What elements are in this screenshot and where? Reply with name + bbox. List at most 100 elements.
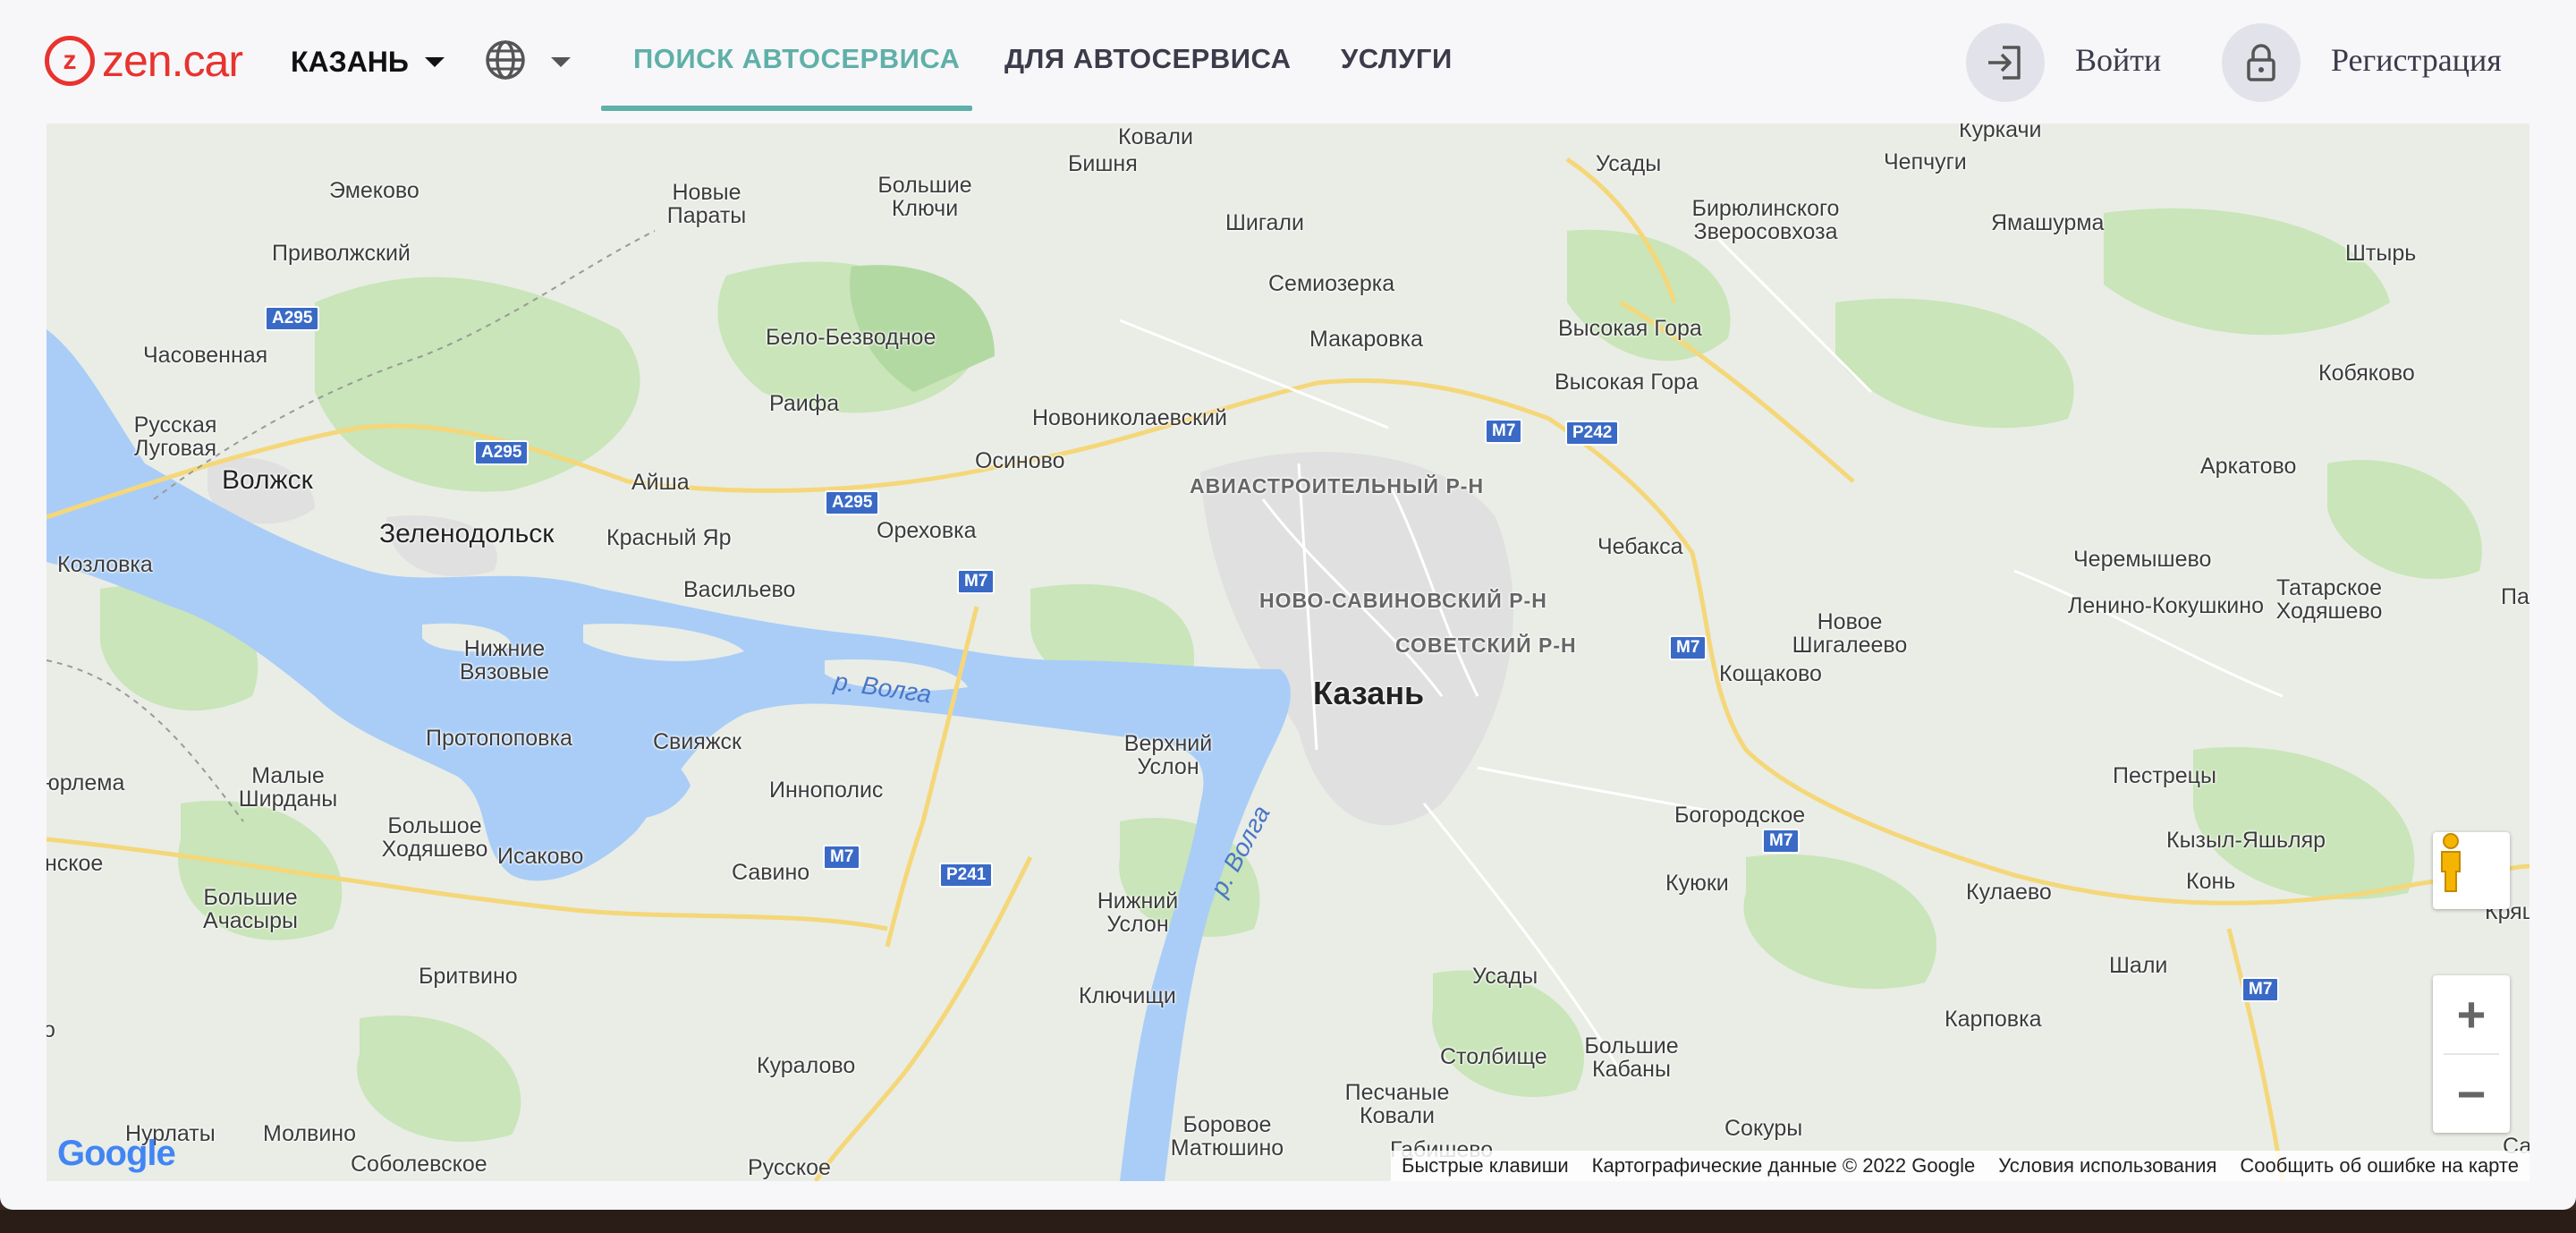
zoom-in-button[interactable]: + <box>2433 975 2510 1052</box>
road-shield: M7 <box>823 845 861 870</box>
login-label[interactable]: Войти <box>2075 41 2161 79</box>
page: z zen.car КАЗАНЬ ПОИСК АВТОСЕРВИСА ДЛЯ А… <box>0 0 2576 1210</box>
register-button[interactable] <box>2222 23 2301 102</box>
map-label: Кобяково <box>2318 361 2415 386</box>
map-label: Чепчуги <box>1884 149 1967 174</box>
nav-services[interactable]: УСЛУГИ <box>1341 43 1453 75</box>
map-label: Красный Яр <box>606 525 732 550</box>
map-label: Айша <box>631 470 690 495</box>
map-label: Малые Ширданы <box>238 763 338 812</box>
map-label: Песчаные Ковали <box>1344 1080 1450 1128</box>
map-label: Па <box>2501 584 2529 609</box>
road-shield: A295 <box>825 490 880 515</box>
map-label: Васильево <box>683 577 796 602</box>
road-shield: A295 <box>265 306 320 331</box>
map-label: Осиново <box>975 448 1065 473</box>
top-header: z zen.car КАЗАНЬ ПОИСК АВТОСЕРВИСА ДЛЯ А… <box>0 0 2576 123</box>
map-label: Высокая Гора <box>1558 316 1702 341</box>
map-label: Свияжск <box>653 729 741 754</box>
map-label: Чебакса <box>1597 534 1683 559</box>
map-label: Исаково <box>497 844 584 869</box>
map-label: Столбище <box>1440 1044 1547 1069</box>
map-data-attribution[interactable]: Картографические данные © 2022 Google <box>1592 1154 1976 1178</box>
map-label: Карповка <box>1945 1007 2042 1032</box>
chevron-down-icon <box>424 56 445 67</box>
map-label: Усады <box>1596 151 1662 176</box>
pegman-icon <box>2441 833 2461 892</box>
map-label: Усады <box>1472 964 1538 989</box>
city-selector[interactable]: КАЗАНЬ <box>291 39 445 84</box>
zoom-control: + − <box>2433 975 2510 1133</box>
map-label: Кощаково <box>1719 661 1822 686</box>
map-label: СОВЕТСКИЙ Р-Н <box>1395 634 1577 657</box>
map-label: Зеленодольск <box>379 519 555 548</box>
google-logo[interactable]: Google <box>57 1134 176 1174</box>
nav-search-service[interactable]: ПОИСК АВТОСЕРВИСА <box>633 43 960 75</box>
terms-link[interactable]: Условия использования <box>1998 1154 2216 1178</box>
logo-mark-icon: z <box>45 36 95 86</box>
map-label: Ключищи <box>1079 983 1176 1008</box>
map-label: Бишня <box>1068 151 1138 176</box>
map-label: Эмеково <box>329 178 419 203</box>
map-label: Савино <box>732 860 810 885</box>
map-label: Новониколаевский <box>1032 405 1227 430</box>
city-label: КАЗАНЬ <box>291 45 409 78</box>
map-label: АВИАСТРОИТЕЛЬНЫЙ Р-Н <box>1190 474 1485 497</box>
map-label: Куркачи <box>1959 123 2042 142</box>
map-label: Новые Параты <box>666 180 747 228</box>
keyboard-shortcuts-link[interactable]: Быстрые клавиши <box>1402 1154 1569 1178</box>
login-icon <box>1988 46 2021 80</box>
map-label: Русское <box>748 1155 831 1180</box>
map-label: Большие Ачасыры <box>203 885 298 933</box>
map-label: Аркатово <box>2200 454 2297 479</box>
map-label: НОВО-САВИНОВСКИЙ Р-Н <box>1259 589 1547 612</box>
google-logo-text: Google <box>57 1134 176 1173</box>
map-label: Волжск <box>222 465 313 495</box>
road-shield: M7 <box>1669 635 1707 660</box>
map-label: Черемышево <box>2073 547 2212 572</box>
map-label: Высокая Гора <box>1555 370 1699 395</box>
road-shield: M7 <box>957 569 996 594</box>
road-shield: P242 <box>1565 421 1620 446</box>
road-shield: P241 <box>939 863 994 888</box>
map-label: Бирюлинского Зверосовхоза <box>1691 196 1840 244</box>
nav-for-service[interactable]: ДЛЯ АВТОСЕРВИСА <box>1004 43 1292 75</box>
map-label: Ковали <box>1118 124 1193 149</box>
logo[interactable]: z zen.car <box>45 34 243 88</box>
map-label: Молвино <box>263 1121 357 1146</box>
map-label: Бритвино <box>419 964 518 989</box>
map-label: Куралово <box>757 1053 856 1078</box>
language-chevron-down-icon[interactable] <box>551 57 571 67</box>
road-shield: M7 <box>2241 977 2280 1002</box>
map-label: Часовенная <box>143 343 268 368</box>
login-button[interactable] <box>1966 23 2045 102</box>
map-label: Нижний Услон <box>1097 889 1179 937</box>
map-label: Большие Ключи <box>877 173 972 221</box>
road-shield: A295 <box>474 440 530 465</box>
active-tab-indicator <box>601 106 972 111</box>
map-label: Казань <box>1313 675 1425 711</box>
lock-icon <box>2247 44 2275 81</box>
map-canvas[interactable]: Ковали Бишня Большие Ключи Эмеково Новые… <box>47 123 2529 1181</box>
map-label: Большое Ходяшево <box>381 813 488 862</box>
road-shield: M7 <box>1762 829 1801 854</box>
map-label: Ямашурма <box>1991 210 2105 235</box>
zoom-out-button[interactable]: − <box>2433 1055 2510 1132</box>
map-label: Куюки <box>1665 871 1729 896</box>
map-label: о <box>47 1017 55 1042</box>
map-label: Новое Шигалеево <box>1792 609 1908 658</box>
map-label: Боровое Матюшино <box>1170 1112 1284 1161</box>
street-view-pegman[interactable] <box>2433 832 2510 909</box>
road-shield: M7 <box>1485 419 1523 444</box>
map-label: Шигали <box>1225 210 1304 235</box>
map-label: Приволжский <box>272 241 411 266</box>
register-label[interactable]: Регистрация <box>2331 41 2502 79</box>
map-label: Ленино-Кокушкино <box>2068 593 2264 618</box>
report-error-link[interactable]: Сообщить об ошибке на карте <box>2240 1154 2519 1178</box>
map-footer: Быстрые клавиши Картографические данные … <box>1391 1151 2529 1181</box>
map-label: Богородское <box>1674 803 1806 828</box>
map-label: Штырь <box>2345 241 2417 266</box>
map-label: Верхний Услон <box>1123 731 1213 779</box>
map-label: Шали <box>2109 953 2168 978</box>
globe-icon[interactable] <box>483 38 528 82</box>
